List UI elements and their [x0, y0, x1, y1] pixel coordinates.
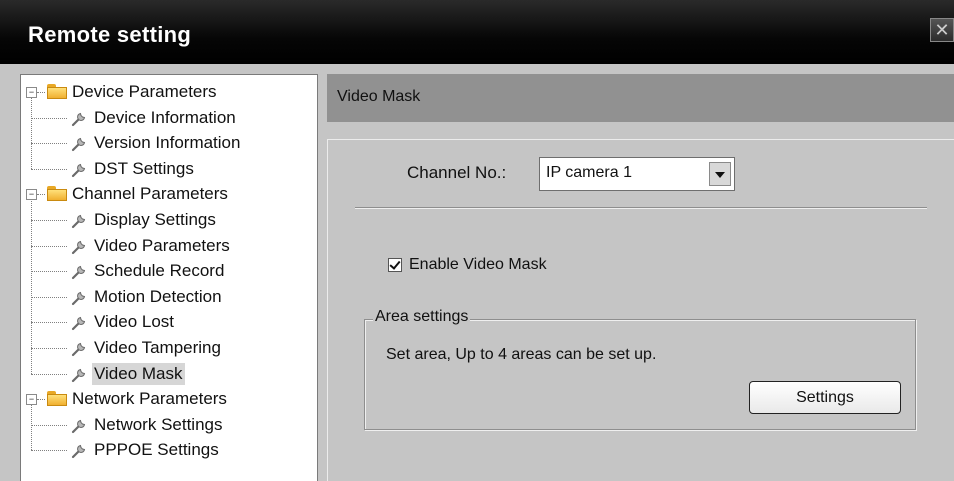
tree-connector: [31, 322, 67, 324]
tree-group-1[interactable]: − Channel Parameters: [21, 183, 317, 207]
tree-item-video-tampering[interactable]: Video Tampering: [21, 337, 317, 361]
wrench-icon: [70, 365, 88, 383]
folder-icon: [47, 391, 67, 407]
tree-item-device-information[interactable]: Device Information: [21, 107, 317, 131]
tree-connector: [31, 348, 67, 349]
tree-group-label[interactable]: Network Parameters: [70, 388, 229, 410]
tree-item-label[interactable]: Motion Detection: [92, 286, 224, 308]
tree-connector: [31, 245, 67, 247]
collapse-icon[interactable]: −: [26, 189, 37, 201]
tree-group-label[interactable]: Channel Parameters: [70, 183, 230, 205]
tree-item-schedule-record[interactable]: Schedule Record: [21, 260, 317, 284]
tree-connector: [31, 220, 67, 221]
folder-icon: [47, 186, 67, 202]
wrench-icon: [70, 134, 88, 152]
tree-connector: [31, 143, 67, 145]
chevron-down-icon[interactable]: [709, 162, 731, 186]
wrench-icon: [70, 313, 88, 331]
wrench-icon: [70, 160, 88, 178]
collapse-icon[interactable]: −: [26, 87, 37, 98]
tree-item-motion-detection[interactable]: Motion Detection: [21, 286, 317, 310]
area-settings-title: Area settings: [373, 308, 471, 326]
tree-connector: [31, 296, 67, 298]
tree-connector: [31, 450, 67, 452]
tree-item-label[interactable]: Version Information: [92, 132, 242, 154]
tree-connector: [31, 168, 67, 170]
wrench-icon: [70, 109, 88, 127]
wrench-icon: [70, 441, 88, 459]
tree-connector: [31, 424, 67, 426]
tree-item-label[interactable]: Video Parameters: [92, 235, 232, 257]
tree-item-video-lost[interactable]: Video Lost: [21, 311, 317, 335]
tree-group-0[interactable]: − Device Parameters: [21, 81, 317, 105]
tree-item-version-information[interactable]: Version Information: [21, 132, 317, 156]
wrench-icon: [70, 416, 88, 434]
tree-connector: [31, 117, 67, 119]
wrench-icon: [70, 211, 88, 229]
wrench-icon: [70, 262, 88, 280]
channel-label: Channel No.:: [407, 163, 507, 182]
wrench-icon: [70, 237, 88, 255]
tree-item-label[interactable]: DST Settings: [92, 158, 196, 180]
tree-connector: [31, 271, 67, 273]
separator: [355, 207, 927, 209]
channel-select[interactable]: IP camera 1: [539, 157, 735, 191]
collapse-icon[interactable]: −: [26, 394, 37, 406]
tree-item-display-settings[interactable]: Display Settings: [21, 209, 317, 233]
enable-video-mask-label[interactable]: Enable Video Mask: [409, 256, 547, 274]
tree-item-pppoe-settings[interactable]: PPPOE Settings: [21, 439, 317, 463]
tree-connector: [37, 399, 45, 401]
tree-item-video-parameters[interactable]: Video Parameters: [21, 235, 317, 259]
remote-setting-window: Remote setting ✕ − Device Parameters Devic…: [0, 0, 954, 481]
tree-item-label[interactable]: Schedule Record: [92, 260, 226, 282]
panel-header: Video Mask: [327, 74, 954, 122]
tree-item-label[interactable]: Video Tampering: [92, 337, 223, 359]
tree-item-network-settings[interactable]: Network Settings: [21, 414, 317, 438]
tree-item-video-mask[interactable]: Video Mask: [21, 362, 317, 387]
enable-video-mask-checkbox[interactable]: [388, 258, 402, 272]
folder-icon: [47, 84, 67, 99]
settings-button[interactable]: Settings: [749, 381, 901, 414]
panel-title: Video Mask: [337, 88, 421, 105]
tree-item-dst-settings[interactable]: DST Settings: [21, 158, 317, 182]
channel-select-value: IP camera 1: [546, 164, 632, 181]
area-settings-description: Set area, Up to 4 areas can be set up.: [386, 346, 657, 363]
wrench-icon: [70, 339, 88, 357]
tree-group-2[interactable]: − Network Parameters: [21, 388, 317, 412]
tree-item-label[interactable]: Network Settings: [92, 414, 225, 436]
tree-connector: [31, 373, 67, 375]
tree-item-label[interactable]: Device Information: [92, 107, 238, 129]
title-bar[interactable]: Remote setting ✕: [0, 0, 954, 64]
tree-item-label[interactable]: PPPOE Settings: [92, 439, 221, 461]
tree-item-label[interactable]: Video Lost: [92, 311, 176, 333]
close-icon[interactable]: ✕: [930, 18, 954, 42]
tree-connector: [37, 92, 45, 93]
tree-item-label[interactable]: Display Settings: [92, 209, 218, 231]
tree-item-label[interactable]: Video Mask: [92, 362, 185, 385]
tree-connector: [37, 194, 45, 196]
settings-tree[interactable]: − Device Parameters Device Information Vers…: [20, 74, 318, 481]
wrench-icon: [70, 288, 88, 306]
window-title: Remote setting: [28, 22, 192, 47]
tree-group-label[interactable]: Device Parameters: [70, 81, 219, 103]
